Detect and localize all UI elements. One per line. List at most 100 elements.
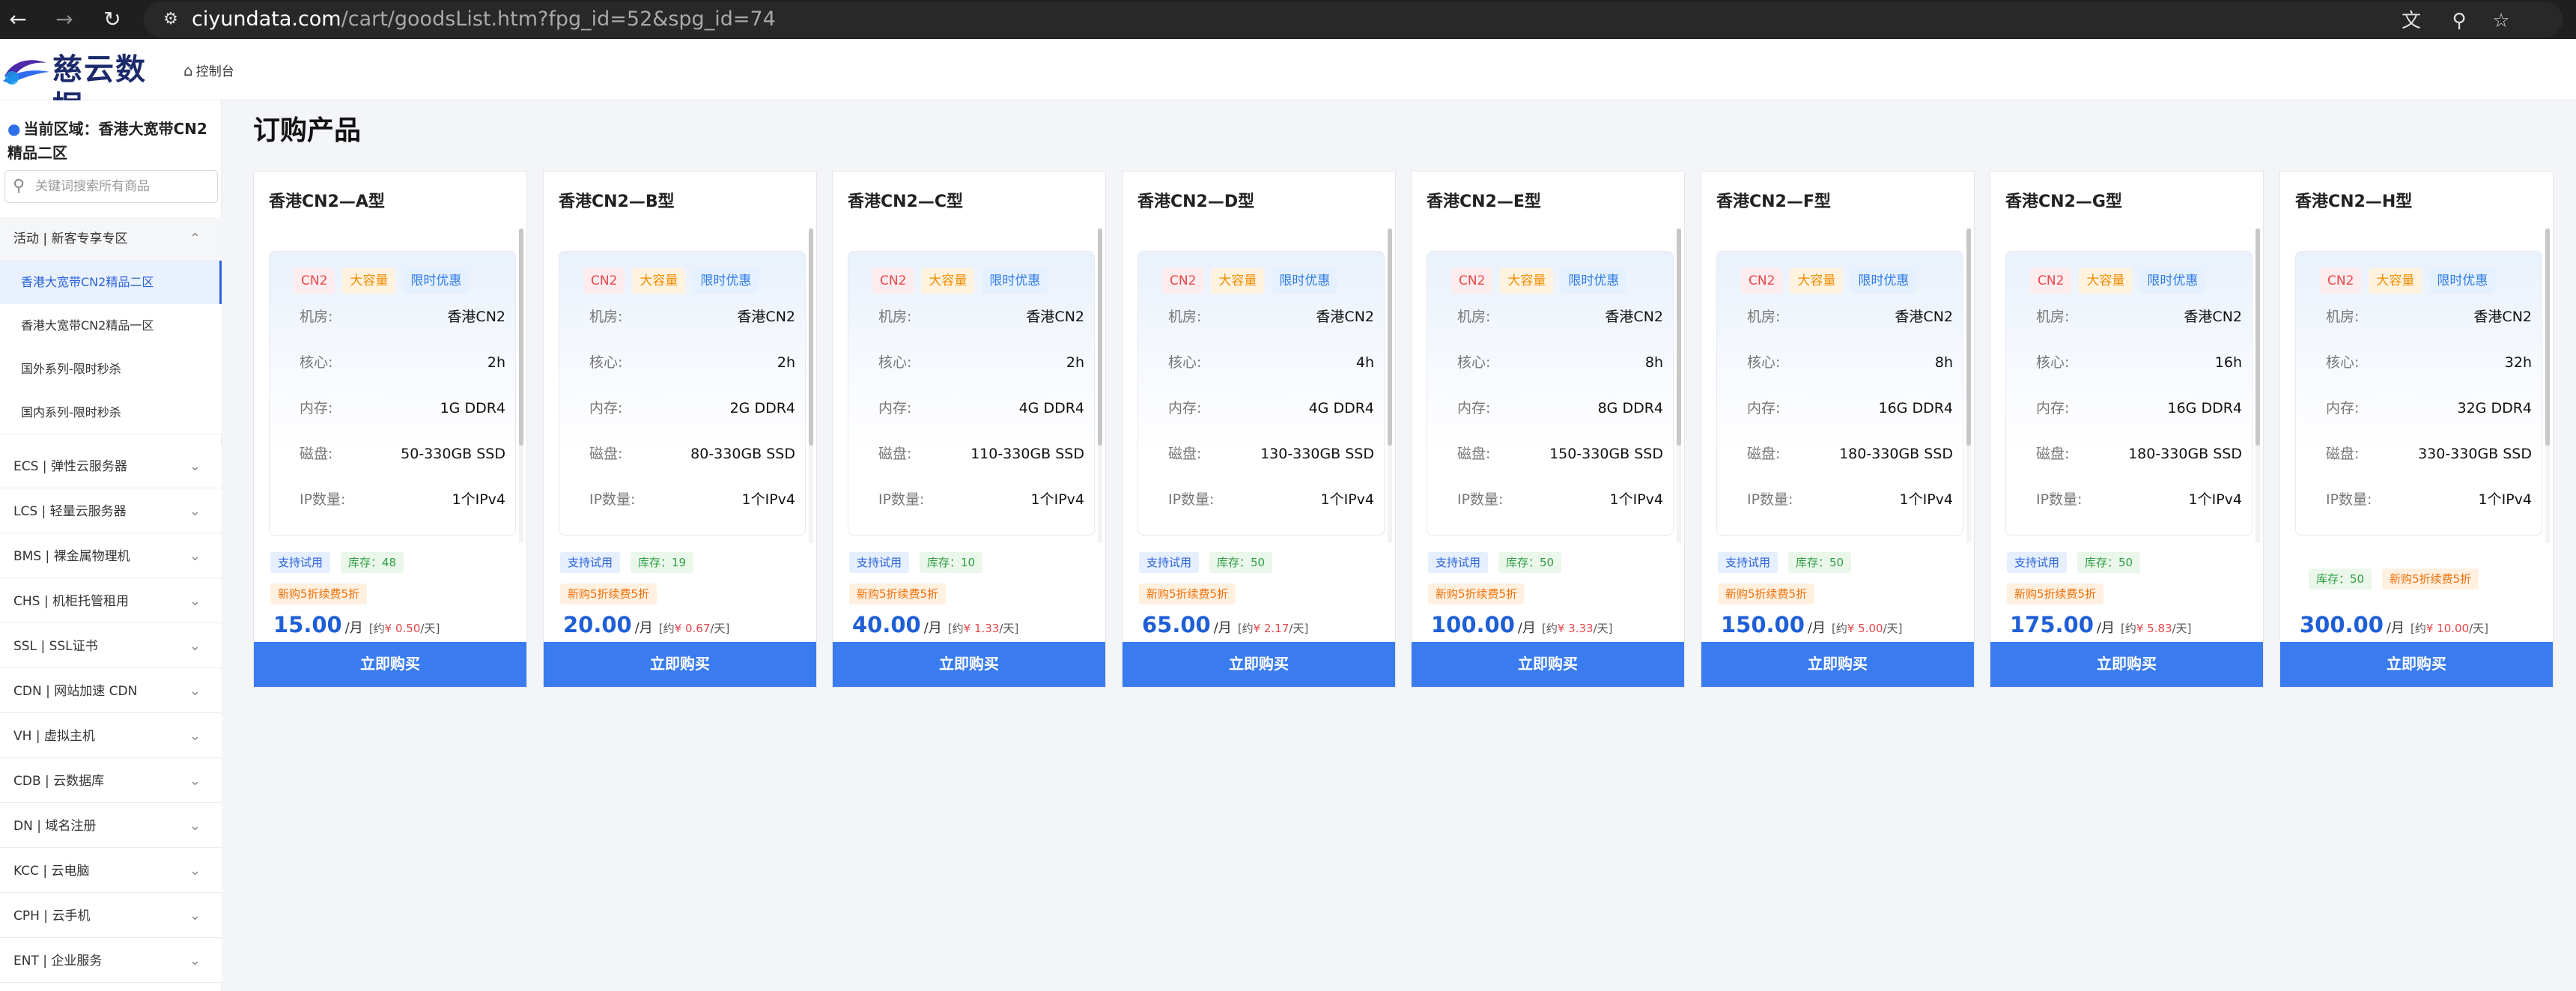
price-line: 150.00/月 [约¥ 5.00/天]	[1721, 612, 1903, 637]
tag-group: CN2 大容量 限时优惠	[1162, 268, 1345, 294]
spec-ip: IP数量: 1个IPv4	[1457, 491, 1663, 508]
trial-badge: 支持试用	[849, 552, 910, 573]
reload-icon[interactable]: ↻	[97, 4, 127, 34]
back-arrow-icon[interactable]: ←	[3, 4, 33, 34]
buy-now-button[interactable]: 立即购买	[833, 642, 1105, 687]
spec-panel: CN2 大容量 限时优惠 机房: 香港CN2 核心: 2h 内存: 2G DDR4 磁盘:…	[559, 251, 806, 536]
category-chs[interactable]: CHS | 机柜托管租用 ⌄	[0, 580, 222, 623]
site-info-icon[interactable]: ⚙	[159, 7, 183, 31]
spec-room: 机房: 香港CN2	[878, 309, 1084, 325]
promo-badge: 新购5折续费5折	[1718, 584, 1815, 604]
spec-ip: IP数量: 1个IPv4	[878, 491, 1084, 508]
category-kcc[interactable]: KCC | 云电脑 ⌄	[0, 849, 222, 893]
stock-badge: 库存：19	[631, 552, 694, 573]
product-name: 香港CN2—B型	[559, 193, 675, 211]
spec-scrollbar[interactable]	[809, 228, 813, 543]
tag-capacity: 大容量	[1500, 268, 1554, 294]
spec-disk: 磁盘: 150-330GB SSD	[1457, 446, 1663, 462]
chevron-down-icon: ⌄	[189, 503, 201, 519]
spec-disk: 磁盘: 330-330GB SSD	[2326, 446, 2532, 462]
sidebar-item-hk-cn2-zone1[interactable]: 香港大宽带CN2精品一区	[0, 304, 222, 348]
price-line: 40.00/月 [约¥ 1.33/天]	[852, 612, 1019, 637]
spec-scrollbar[interactable]	[1388, 228, 1392, 543]
scrollbar-thumb[interactable]	[1388, 228, 1392, 446]
tag-cn2: CN2	[583, 268, 625, 294]
price-line: 100.00/月 [约¥ 3.33/天]	[1431, 612, 1613, 637]
scrollbar-thumb[interactable]	[2545, 228, 2550, 446]
logo-mark-icon	[3, 60, 49, 85]
spec-disk: 磁盘: 80-330GB SSD	[589, 446, 795, 462]
sidebar-item-hk-cn2-zone2[interactable]: 香港大宽带CN2精品二区	[0, 261, 222, 304]
tag-group: CN2 大容量 限时优惠	[2030, 268, 2213, 294]
category-cdn[interactable]: CDN | 网站加速 CDN ⌄	[0, 670, 222, 713]
buy-now-button[interactable]: 立即购买	[1990, 642, 2263, 687]
spec-scrollbar[interactable]	[2545, 228, 2550, 543]
buy-now-button[interactable]: 立即购买	[1123, 642, 1395, 687]
buy-now-button[interactable]: 立即购买	[254, 642, 526, 687]
scrollbar-thumb[interactable]	[2255, 228, 2260, 446]
promo-badge: 新购5折续费5折	[2382, 569, 2479, 590]
sidebar-item-overseas-flash[interactable]: 国外系列-限时秒杀	[0, 348, 222, 391]
site-logo[interactable]: 慈云数据	[0, 51, 172, 124]
spec-core: 核心: 32h	[2326, 354, 2532, 371]
sidebar-search[interactable]: ⚲	[4, 170, 218, 203]
spec-scrollbar[interactable]	[1098, 228, 1102, 543]
sidebar-item-domestic-flash[interactable]: 国内系列-限时秒杀	[0, 391, 222, 434]
spec-scrollbar[interactable]	[1677, 228, 1681, 543]
category-vh[interactable]: VH | 虚拟主机 ⌄	[0, 715, 222, 758]
console-link[interactable]: ⌂ 控制台	[183, 58, 234, 82]
spec-scrollbar[interactable]	[519, 228, 523, 543]
category-lcs[interactable]: LCS | 轻量云服务器 ⌄	[0, 490, 222, 533]
scrollbar-thumb[interactable]	[1677, 228, 1681, 446]
category-cdb[interactable]: CDB | 云数据库 ⌄	[0, 760, 222, 803]
scrollbar-thumb[interactable]	[1098, 228, 1102, 446]
translate-icon[interactable]: 文	[2398, 7, 2425, 34]
spec-scrollbar[interactable]	[1966, 228, 1971, 543]
promo-badge: 新购5折续费5折	[849, 584, 947, 604]
url-text[interactable]: ciyundata.com/cart/goodsList.htm?fpg_id=…	[192, 1, 776, 37]
product-name: 香港CN2—A型	[269, 193, 385, 211]
badge-row: 支持试用 库存：10	[849, 552, 993, 573]
scrollbar-thumb[interactable]	[519, 228, 523, 446]
spec-core: 核心: 2h	[589, 354, 795, 371]
spec-disk: 磁盘: 180-330GB SSD	[2036, 446, 2242, 462]
category-ssl[interactable]: SSL | SSL证书 ⌄	[0, 625, 222, 668]
buy-now-button[interactable]: 立即购买	[1412, 642, 1684, 687]
badge-row: 新购5折续费5折	[1718, 584, 1825, 604]
category-ent[interactable]: ENT | 企业服务 ⌄	[0, 939, 222, 983]
category-activity[interactable]: 活动 | 新客专享专区 ⌃	[0, 217, 222, 261]
browser-toolbar: ← → ↻ ⚙ ciyundata.com/cart/goodsList.htm…	[0, 0, 2576, 39]
buy-now-button[interactable]: 立即购买	[544, 642, 816, 687]
category-cph[interactable]: CPH | 云手机 ⌄	[0, 894, 222, 938]
spec-ip: IP数量: 1个IPv4	[300, 491, 505, 508]
bookmark-star-icon[interactable]: ☆	[2488, 7, 2515, 34]
product-search-input[interactable]	[35, 175, 213, 198]
spec-room: 机房: 香港CN2	[1747, 309, 1953, 325]
scrollbar-thumb[interactable]	[1966, 228, 1971, 446]
spec-scrollbar[interactable]	[2255, 228, 2260, 543]
category-bms[interactable]: BMS | 裸金属物理机 ⌄	[0, 535, 222, 578]
sidebar: ●当前区域：香港大宽带CN2精品二区 ⚲ 活动 | 新客专享专区⌃ 香港大宽带C…	[0, 100, 222, 991]
product-card-a: 香港CN2—A型 CN2 大容量 限时优惠 机房: 香港CN2 核心: 2h 内存: 1G…	[253, 171, 527, 688]
zoom-icon[interactable]: ⚲	[2446, 7, 2473, 34]
badge-row: 新购5折续费5折	[1139, 584, 1246, 604]
monthly-price: 300.00	[2300, 612, 2384, 637]
spec-ip: IP数量: 1个IPv4	[2326, 491, 2532, 508]
buy-now-button[interactable]: 立即购买	[2280, 642, 2553, 687]
daily-price: [约¥ 5.83/天]	[2121, 622, 2192, 635]
badge-row: 新购5折续费5折	[2007, 584, 2114, 604]
spec-memory: 内存: 16G DDR4	[1747, 400, 1953, 416]
tag-cn2: CN2	[2030, 268, 2072, 294]
category-ecs[interactable]: ECS | 弹性云服务器 ⌄	[0, 445, 222, 488]
buy-now-button[interactable]: 立即购买	[1701, 642, 1974, 687]
spec-core: 核心: 4h	[1168, 354, 1374, 371]
spec-room: 机房: 香港CN2	[1168, 309, 1374, 325]
tag-group: CN2 大容量 限时优惠	[2320, 268, 2503, 294]
product-card-c: 香港CN2—C型 CN2 大容量 限时优惠 机房: 香港CN2 核心: 2h 内存: 4G…	[832, 171, 1106, 688]
tag-group: CN2 大容量 限时优惠	[872, 268, 1055, 294]
forward-arrow-icon[interactable]: →	[49, 4, 79, 34]
daily-price: [约¥ 2.17/天]	[1237, 622, 1309, 635]
address-bar[interactable]: ⚙ ciyundata.com/cart/goodsList.htm?fpg_i…	[144, 1, 2563, 37]
scrollbar-thumb[interactable]	[809, 228, 813, 446]
category-dn[interactable]: DN | 域名注册 ⌄	[0, 804, 222, 848]
